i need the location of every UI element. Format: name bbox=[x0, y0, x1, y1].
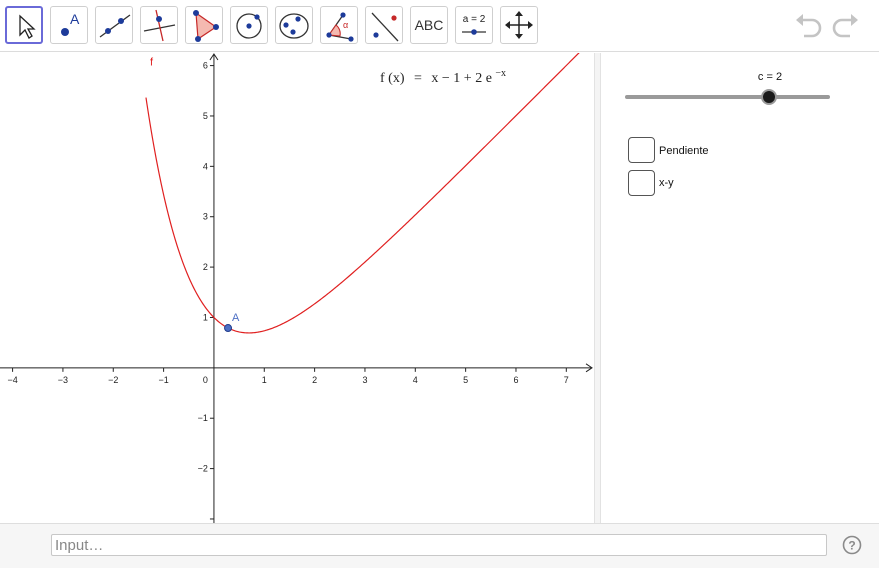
tool-polygon[interactable] bbox=[185, 6, 223, 44]
x-tick-label: 4 bbox=[413, 375, 418, 385]
x-tick-label: 3 bbox=[362, 375, 367, 385]
cursor-arrow-icon bbox=[19, 14, 36, 39]
origin-label: 0 bbox=[203, 375, 208, 385]
graph-canvas[interactable]: −4 −3 −2 −1 1 2 3 4 5 6 7 6 5 4 3 2 1 −1 −2 0 f A f (x) = x… bbox=[0, 53, 594, 523]
x-tick-label: 6 bbox=[513, 375, 518, 385]
tool-move[interactable] bbox=[5, 6, 43, 44]
svg-text:?: ? bbox=[848, 539, 855, 553]
ellipse-icon bbox=[279, 13, 309, 39]
x-tick-label: −3 bbox=[58, 375, 68, 385]
checkbox-x-y[interactable] bbox=[628, 170, 655, 196]
side-panel bbox=[601, 53, 879, 523]
x-tick-label: 2 bbox=[312, 375, 317, 385]
x-tick-label: 7 bbox=[564, 375, 569, 385]
tool-conic[interactable] bbox=[275, 6, 313, 44]
perpendicular-line-icon bbox=[143, 9, 176, 42]
formula-eq: = bbox=[414, 71, 422, 86]
tool-point[interactable]: A bbox=[50, 6, 88, 44]
polygon-icon bbox=[193, 10, 219, 42]
input-bar: ? bbox=[0, 523, 879, 568]
y-tick-label: 2 bbox=[203, 262, 208, 272]
y-tick-label: 3 bbox=[203, 212, 208, 222]
point-icon bbox=[61, 28, 69, 36]
tool-text[interactable]: ABC bbox=[410, 6, 448, 44]
formula-exponent: −x bbox=[495, 68, 506, 79]
ticks: −4 −3 −2 −1 1 2 3 4 5 6 7 6 5 4 3 2 1 −1 −2 0 bbox=[7, 61, 569, 520]
formula-lhs: f (x) bbox=[380, 71, 405, 86]
x-tick-label: 1 bbox=[262, 375, 267, 385]
text-icon: ABC bbox=[414, 17, 444, 33]
graphics-view[interactable]: −4 −3 −2 −1 1 2 3 4 5 6 7 6 5 4 3 2 1 −1 −2 0 f A f (x) = x… bbox=[0, 53, 594, 523]
slider-c-label: c = 2 bbox=[757, 71, 783, 83]
y-tick-label: −2 bbox=[198, 464, 208, 474]
checkbox-x-y-label[interactable]: x-y bbox=[659, 177, 674, 189]
view-splitter[interactable] bbox=[594, 53, 601, 523]
checkbox-pendiente-label[interactable]: Pendiente bbox=[659, 145, 709, 157]
slider-c-knob[interactable] bbox=[760, 89, 777, 105]
y-tick-label: 5 bbox=[203, 111, 208, 121]
move-graphics-icon bbox=[505, 11, 533, 39]
tool-angle[interactable]: α bbox=[320, 6, 358, 44]
checkbox-pendiente[interactable] bbox=[628, 137, 655, 163]
redo-icon[interactable] bbox=[830, 10, 862, 42]
undo-icon[interactable] bbox=[792, 10, 824, 42]
reflect-line-icon bbox=[371, 12, 399, 42]
tool-circle[interactable] bbox=[230, 6, 268, 44]
x-tick-label: −2 bbox=[108, 375, 118, 385]
tool-perpendicular[interactable] bbox=[140, 6, 178, 44]
tool-angle-label: α bbox=[343, 20, 349, 30]
y-tick-label: −1 bbox=[198, 413, 208, 423]
input-field[interactable] bbox=[51, 534, 827, 556]
axes bbox=[0, 53, 593, 523]
tool-point-label: A bbox=[70, 11, 80, 27]
x-tick-label: −4 bbox=[7, 375, 17, 385]
slider-tool-icon bbox=[462, 29, 486, 35]
slider-c-track[interactable] bbox=[625, 95, 830, 99]
x-tick-label: −1 bbox=[158, 375, 168, 385]
x-tick-label: 5 bbox=[463, 375, 468, 385]
point-a-label[interactable]: A bbox=[232, 312, 240, 324]
angle-icon bbox=[326, 12, 354, 42]
circle-center-point-icon bbox=[236, 13, 262, 39]
help-icon[interactable]: ? bbox=[842, 535, 862, 555]
tool-move-graphics[interactable] bbox=[500, 6, 538, 44]
tool-line[interactable] bbox=[95, 6, 133, 44]
tool-reflect[interactable] bbox=[365, 6, 403, 44]
line-through-points-icon bbox=[99, 14, 131, 38]
y-tick-label: 1 bbox=[203, 312, 208, 322]
tool-slider[interactable]: a = 2 bbox=[455, 6, 493, 44]
toolbar: A α ABC a = 2 bbox=[0, 0, 879, 52]
y-tick-label: 6 bbox=[203, 61, 208, 71]
point-a[interactable] bbox=[224, 324, 233, 333]
function-f-label[interactable]: f bbox=[150, 57, 154, 69]
formula-rhs: x − 1 + 2 e bbox=[431, 71, 492, 86]
function-f-curve[interactable] bbox=[145, 53, 581, 334]
function-formula[interactable]: f (x) = x − 1 + 2 e −x bbox=[380, 68, 506, 86]
y-tick-label: 4 bbox=[203, 161, 208, 171]
